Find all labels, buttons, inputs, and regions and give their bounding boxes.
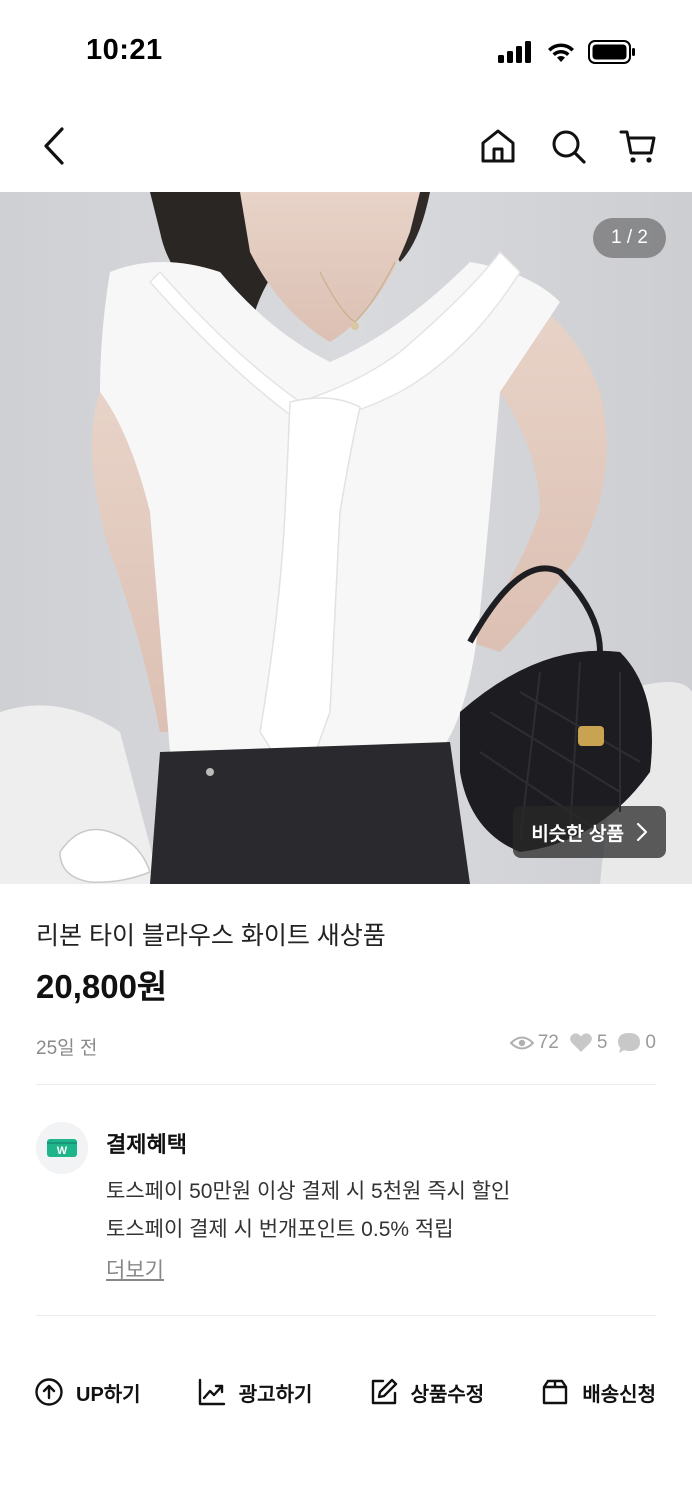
wifi-icon: [548, 43, 574, 62]
nav-bar: [0, 100, 692, 192]
svg-text:W: W: [57, 1145, 68, 1157]
more-link[interactable]: 더보기: [106, 1254, 164, 1284]
product-photo-illustration: [0, 192, 692, 884]
advertise-label: 광고하기: [238, 1383, 313, 1406]
eye-icon: [509, 1036, 534, 1050]
product-photo[interactable]: 1 / 2 비슷한 상품: [0, 192, 692, 884]
shipping-request-label: 배송신청: [582, 1383, 656, 1406]
page-indicator: 1 / 2: [593, 218, 666, 258]
up-button[interactable]: UP하기: [34, 1377, 141, 1407]
cellular-signal-icon: [498, 41, 531, 63]
search-icon: [552, 130, 586, 164]
chat-bubble-icon: [618, 1033, 641, 1053]
status-bar: 10:21: [0, 0, 692, 100]
product-price: 20,800원: [36, 968, 168, 1005]
won-card-icon: W: [47, 1139, 77, 1157]
edit-product-button[interactable]: 상품수정: [369, 1377, 485, 1407]
up-circle-icon: [35, 1378, 63, 1406]
back-icon: [44, 127, 64, 165]
chart-up-icon: [198, 1378, 225, 1406]
home-button[interactable]: [474, 122, 522, 170]
similar-products-button[interactable]: 비슷한 상품: [513, 806, 666, 858]
shipping-request-button[interactable]: 배송신청: [540, 1377, 656, 1407]
chats-stat: 0: [617, 1032, 656, 1054]
chats-count: 0: [645, 1032, 656, 1053]
box-icon: [543, 1379, 568, 1405]
product-stats: 72 5 0: [509, 1032, 656, 1054]
up-label: UP하기: [76, 1383, 141, 1406]
views-stat: 72: [509, 1032, 559, 1054]
likes-stat: 5: [569, 1032, 608, 1054]
back-button[interactable]: [30, 122, 78, 170]
battery-icon: [588, 40, 635, 64]
likes-count: 5: [596, 1032, 608, 1053]
search-button[interactable]: [544, 122, 592, 170]
seller-action-bar: UP하기 광고하기 상품수정 배송신청: [0, 1362, 692, 1422]
divider: [36, 1315, 656, 1316]
posted-time: 25일 전: [36, 1038, 98, 1059]
benefit-line: 토스페이 결제 시 번개포인트 0.5% 적립: [106, 1218, 454, 1241]
status-icons: [498, 38, 636, 66]
edit-icon: [371, 1378, 397, 1405]
heart-icon: [569, 1033, 592, 1052]
product-title: 리본 타이 블라우스 화이트 새상품: [36, 922, 386, 950]
status-time: 10:21: [86, 34, 163, 66]
edit-product-label: 상품수정: [410, 1383, 485, 1406]
chevron-right-icon: [636, 822, 648, 842]
advertise-button[interactable]: 광고하기: [197, 1377, 313, 1407]
similar-products-label: 비슷한 상품: [531, 823, 624, 845]
cart-icon: [619, 130, 656, 163]
cart-button[interactable]: [614, 122, 662, 170]
benefit-title: 결제혜택: [106, 1132, 187, 1157]
divider: [36, 1084, 656, 1085]
benefit-line: 토스페이 50만원 이상 결제 시 5천원 즉시 할인: [106, 1180, 511, 1203]
views-count: 72: [537, 1032, 559, 1053]
payment-benefit-icon: W: [36, 1122, 88, 1174]
home-icon: [481, 129, 515, 163]
